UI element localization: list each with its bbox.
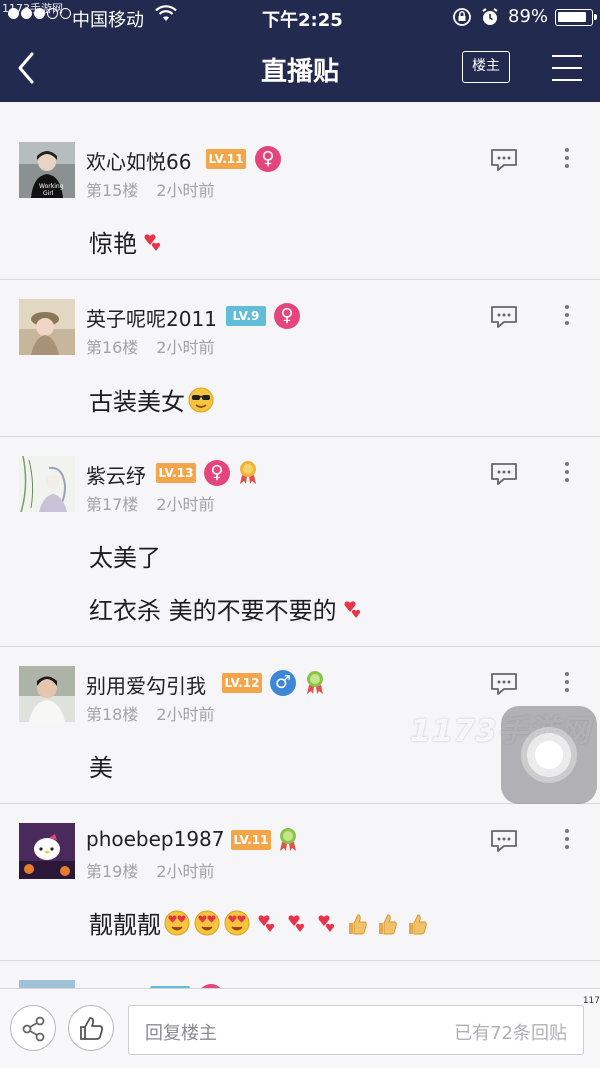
battery-percent: 89% xyxy=(508,6,549,27)
heart-eyes-emoji-icon xyxy=(164,910,190,936)
post-meta: 第17楼 2小时前 xyxy=(86,491,215,515)
username[interactable]: 别用爱勾引我 xyxy=(86,670,206,699)
heart-eyes-emoji-icon xyxy=(194,910,220,936)
avatar[interactable]: Working Girl xyxy=(19,142,75,198)
louzhu-filter-button[interactable]: 楼主 xyxy=(462,51,510,83)
comment-icon[interactable] xyxy=(490,829,518,853)
username[interactable]: 英子呢呢2011 xyxy=(86,303,217,332)
level-badge: LV.11 xyxy=(206,149,246,169)
post-time: 2小时前 xyxy=(156,705,215,724)
assistive-touch-button[interactable] xyxy=(501,706,597,804)
avatar[interactable] xyxy=(19,456,75,512)
comment-icon[interactable] xyxy=(490,148,518,172)
post-time: 2小时前 xyxy=(156,862,215,881)
username[interactable]: 欢心如悦66 xyxy=(86,146,191,175)
nav-bar: 直播贴 楼主 xyxy=(0,34,600,102)
more-options-icon[interactable] xyxy=(557,458,577,488)
medal-icon xyxy=(277,826,299,852)
level-badge: LV.9 xyxy=(226,306,266,326)
more-options-icon[interactable] xyxy=(557,301,577,331)
post-text: 惊艳 xyxy=(89,230,137,258)
hearts-emoji-icon xyxy=(288,915,305,932)
female-icon: ♀ xyxy=(204,460,230,486)
thumbs-up-emoji-icon xyxy=(349,914,367,935)
hearts-emoji-icon xyxy=(144,234,161,251)
reply-placeholder: 回复楼主 xyxy=(145,1023,217,1044)
more-options-icon[interactable] xyxy=(557,825,577,855)
post-text: 红衣杀 美的不要不要的 xyxy=(89,597,337,625)
post-content: 红衣杀 美的不要不要的 xyxy=(89,591,367,626)
more-options-icon[interactable] xyxy=(557,144,577,174)
level-badge: LV.11 xyxy=(231,830,271,850)
hamburger-menu-icon[interactable] xyxy=(552,55,582,81)
clock: 下午2:25 xyxy=(262,10,343,31)
post-item: 紫云纾 LV.13 ♀ 第17楼 2小时前 太美了 红衣杀 美的不要不要的 xyxy=(0,438,600,647)
post-time: 2小时前 xyxy=(156,495,215,514)
avatar[interactable] xyxy=(19,823,75,879)
cool-sunglasses-emoji-icon xyxy=(188,387,214,413)
post-text: 靓靓靓 xyxy=(89,911,161,939)
post-content: 靓靓靓 xyxy=(89,905,431,940)
medal-icon xyxy=(304,669,326,695)
comment-icon[interactable] xyxy=(490,462,518,486)
post-item: Working Girl 欢心如悦66 LV.11 ♀ 第15楼 2小时前 惊艳 xyxy=(0,124,600,280)
post-content: 古装美女 xyxy=(89,382,215,417)
heart-eyes-emoji-icon xyxy=(224,910,250,936)
post-item: 英子呢呢2011 LV.9 ♀ 第16楼 2小时前 古装美女 xyxy=(0,281,600,437)
svg-text:Working: Working xyxy=(39,183,64,190)
reply-input[interactable]: 回复楼主 已有72条回贴 xyxy=(128,1005,584,1055)
post-text: 太美了 xyxy=(89,544,161,572)
alarm-icon xyxy=(480,7,500,32)
avatar[interactable] xyxy=(19,299,75,355)
avatar[interactable] xyxy=(19,666,75,722)
hearts-emoji-icon xyxy=(318,915,335,932)
floor-number: 第18楼 xyxy=(86,705,139,724)
level-badge: LV.13 xyxy=(156,463,196,483)
post-meta: 第19楼 2小时前 xyxy=(86,858,215,882)
post-meta: 第16楼 2小时前 xyxy=(86,334,215,358)
thumbs-up-emoji-icon xyxy=(409,914,427,935)
svg-text:Girl: Girl xyxy=(43,190,54,197)
medal-icon xyxy=(237,459,259,485)
floor-number: 第15楼 xyxy=(86,181,139,200)
hearts-emoji-icon xyxy=(258,915,275,932)
username[interactable]: 紫云纾 xyxy=(86,460,146,489)
more-options-icon[interactable] xyxy=(557,668,577,698)
thumbs-up-icon[interactable] xyxy=(68,1005,114,1051)
post-meta: 第18楼 2小时前 xyxy=(86,701,215,725)
post-text: 古装美女 xyxy=(89,388,185,416)
carrier-name: 中国移动 xyxy=(72,10,144,31)
post-item: phoebep1987 LV.11 第19楼 2小时前 靓靓靓 xyxy=(0,805,600,961)
level-badge: LV.12 xyxy=(222,673,262,693)
comment-icon[interactable] xyxy=(490,672,518,696)
orientation-lock-icon xyxy=(452,7,472,32)
floor-number: 第19楼 xyxy=(86,862,139,881)
post-time: 2小时前 xyxy=(156,181,215,200)
username[interactable]: phoebep1987 xyxy=(86,827,225,851)
page-title: 直播贴 xyxy=(260,57,339,87)
post-time: 2小时前 xyxy=(156,338,215,357)
comment-icon[interactable] xyxy=(490,305,518,329)
edge-watermark-number: 117 xyxy=(582,996,600,1006)
female-icon: ♀ xyxy=(274,303,300,329)
hearts-emoji-icon xyxy=(344,601,360,618)
thumbs-up-emoji-icon xyxy=(379,914,397,935)
status-bar: 1173手游网 中国移动 下午2:25 89% xyxy=(0,0,600,34)
reply-count: 已有72条回贴 xyxy=(454,1023,567,1044)
bottom-bar: 回复楼主 已有72条回贴 xyxy=(0,988,600,1068)
male-icon: ♂ xyxy=(270,670,296,696)
post-text: 美 xyxy=(89,754,113,782)
share-icon[interactable] xyxy=(10,1005,56,1051)
floor-number: 第17楼 xyxy=(86,495,139,514)
wifi-icon xyxy=(155,5,177,28)
battery-icon xyxy=(550,8,597,29)
post-content: 惊艳 xyxy=(89,224,167,259)
female-icon: ♀ xyxy=(255,146,281,172)
signal-strength-icon xyxy=(8,8,71,19)
post-meta: 第15楼 2小时前 xyxy=(86,177,215,201)
floor-number: 第16楼 xyxy=(86,338,139,357)
